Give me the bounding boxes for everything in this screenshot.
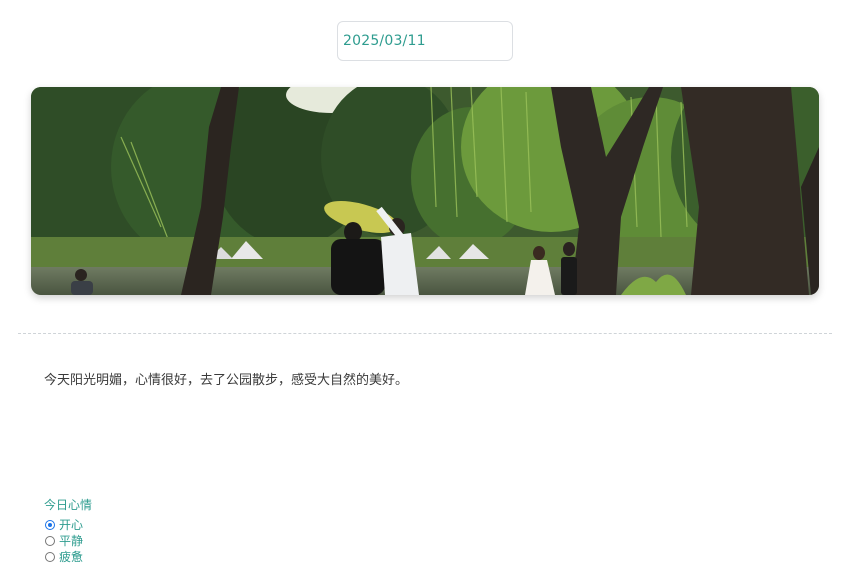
radio-happy[interactable] (45, 520, 55, 530)
mood-option-label: 疲惫 (59, 550, 84, 564)
diary-entry-text[interactable]: 今天阳光明媚，心情很好，去了公园散步，感受大自然的美好。 (44, 372, 408, 390)
section-divider (18, 333, 832, 334)
mood-option-tired[interactable]: 疲惫 (44, 549, 83, 565)
diary-photo (31, 87, 819, 295)
mood-option-label: 平静 (59, 534, 84, 548)
park-photo-illustration (31, 87, 819, 295)
radio-tired[interactable] (45, 552, 55, 562)
mood-option-label: 开心 (59, 518, 84, 532)
diary-page: 2025/03/11 今天阳光明媚，心情很好，去了公园散步，感受大自然的美好。 … (0, 0, 848, 579)
mood-radio-group: 开心 平静 疲惫 (44, 517, 83, 565)
radio-calm[interactable] (45, 536, 55, 546)
mood-title: 今日心情 (44, 498, 93, 512)
mood-option-calm[interactable]: 平静 (44, 533, 83, 549)
mood-option-happy[interactable]: 开心 (44, 517, 83, 533)
date-input[interactable]: 2025/03/11 (337, 21, 513, 61)
